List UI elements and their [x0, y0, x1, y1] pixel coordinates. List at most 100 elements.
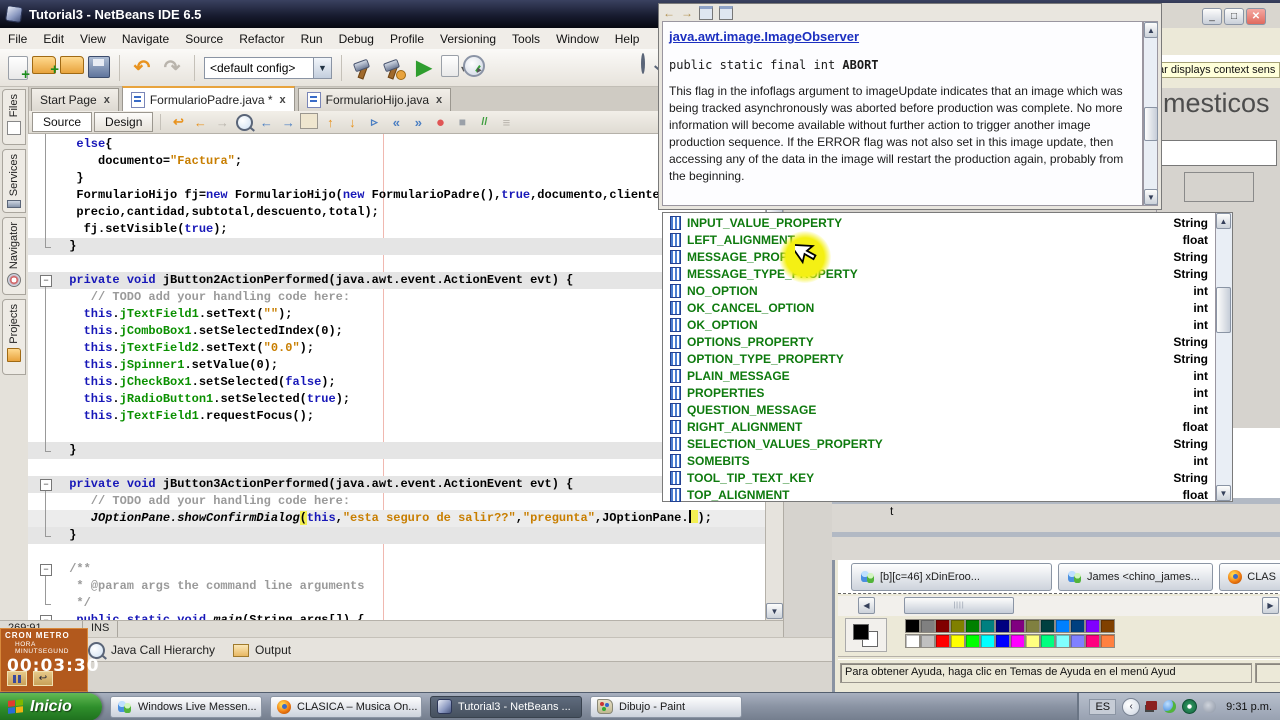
doc-forward-icon[interactable]: →: [681, 6, 693, 20]
redo-icon[interactable]: [159, 55, 185, 81]
maximize-icon[interactable]: □: [1224, 8, 1244, 25]
code-line[interactable]: this.jComboBox1.setSelectedIndex(0);: [28, 323, 765, 340]
completion-item-tool_tip_text_key[interactable]: TOOL_TIP_TEXT_KEY String: [664, 469, 1214, 486]
taskbar-button-windows-live-messen-[interactable]: Windows Live Messen...: [110, 695, 262, 718]
form-text-field[interactable]: [1158, 140, 1277, 166]
code-line[interactable]: private void jButton2ActionPerformed(jav…: [28, 272, 765, 289]
save-all-icon[interactable]: [88, 55, 110, 78]
new-project-icon[interactable]: [32, 55, 59, 78]
completion-item-ok_option[interactable]: OK_OPTION int: [664, 316, 1214, 333]
completion-item-ok_cancel_option[interactable]: OK_CANCEL_OPTION int: [664, 299, 1214, 316]
sidebar-tab-files[interactable]: Files: [2, 89, 26, 145]
language-indicator[interactable]: ES: [1089, 698, 1117, 715]
debug-icon[interactable]: [441, 54, 466, 80]
clean-build-icon[interactable]: [381, 55, 407, 81]
javadoc-class-link[interactable]: java.awt.image.ImageObserver: [669, 29, 859, 44]
completion-item-option_type_property[interactable]: OPTION_TYPE_PROPERTY String: [664, 350, 1214, 367]
next-bookmark-icon[interactable]: ▹: [364, 113, 384, 131]
code-line[interactable]: [28, 255, 765, 272]
color-swatch[interactable]: [980, 634, 995, 648]
code-line[interactable]: JOptionPane.showConfirmDialog(this,"esta…: [28, 510, 765, 527]
move-down-icon[interactable]: ↓: [342, 113, 362, 131]
completion-item-selection_values_property[interactable]: SELECTION_VALUES_PROPERTY String: [664, 435, 1214, 452]
taskbar-button-tutorial3-netbeans-[interactable]: Tutorial3 - NetBeans ...: [430, 695, 582, 718]
indent-icon[interactable]: ≡: [496, 113, 516, 131]
color-swatch[interactable]: [1085, 619, 1100, 633]
chevron-down-icon[interactable]: ▼: [313, 57, 331, 78]
minimize-icon[interactable]: _: [1202, 8, 1222, 25]
color-swatch[interactable]: [935, 619, 950, 633]
color-swatch[interactable]: [1100, 619, 1115, 633]
toggle-highlight-icon[interactable]: [300, 113, 319, 129]
code-line[interactable]: }: [28, 238, 765, 255]
last-edit-icon[interactable]: ↩: [168, 113, 188, 131]
code-line[interactable]: documento="Factura";: [28, 153, 765, 170]
quick-search-icon[interactable]: [641, 53, 645, 74]
run-icon[interactable]: [411, 55, 437, 81]
reset-button[interactable]: ↩: [33, 671, 53, 686]
code-line[interactable]: this.jRadioButton1.setSelected(true);: [28, 391, 765, 408]
color-swatch[interactable]: [995, 619, 1010, 633]
code-line[interactable]: FormularioHijo fj=new FormularioHijo(new…: [28, 187, 765, 204]
code-line[interactable]: // TODO add your handling code here:: [28, 493, 765, 510]
find-next-icon[interactable]: →: [278, 113, 298, 131]
color-swatch[interactable]: [1025, 619, 1040, 633]
tray-media-icon[interactable]: [1182, 699, 1198, 714]
doc-back-icon[interactable]: ←: [663, 6, 675, 20]
sidebar-tab-services[interactable]: Services: [2, 149, 26, 213]
build-icon[interactable]: [351, 55, 377, 81]
color-swatch[interactable]: [950, 634, 965, 648]
scroll-left-icon[interactable]: ◀: [858, 597, 875, 614]
color-swatch[interactable]: [920, 619, 935, 633]
completion-item-message_type_property[interactable]: MESSAGE_TYPE_PROPERTY String: [664, 265, 1214, 282]
record-macro-icon[interactable]: ●: [430, 113, 450, 131]
menu-profile[interactable]: Profile: [382, 30, 432, 48]
color-swatch[interactable]: [1010, 634, 1025, 648]
code-line[interactable]: }: [28, 170, 765, 187]
open-external-icon[interactable]: [719, 5, 733, 20]
completion-item-properties[interactable]: PROPERTIES int: [664, 384, 1214, 401]
tab-close-icon[interactable]: x: [434, 94, 442, 106]
code-line[interactable]: public static void main(String args[]) {: [28, 612, 765, 620]
menu-debug[interactable]: Debug: [331, 30, 382, 48]
code-line[interactable]: */: [28, 595, 765, 612]
color-swatch[interactable]: [995, 634, 1010, 648]
color-swatch[interactable]: [1085, 634, 1100, 648]
source-view-button[interactable]: Source: [32, 112, 93, 132]
close-icon[interactable]: ✕: [1246, 8, 1266, 25]
color-swatch[interactable]: [965, 634, 980, 648]
color-swatch[interactable]: [1070, 619, 1085, 633]
pause-button[interactable]: [7, 671, 27, 686]
find-selection-icon[interactable]: [234, 113, 254, 131]
color-swatch[interactable]: [1055, 634, 1070, 648]
scroll-up-icon[interactable]: ▲: [1216, 213, 1231, 229]
sidebar-tab-projects[interactable]: Projects: [2, 299, 26, 375]
shift-right-icon[interactable]: »: [408, 113, 428, 131]
scrollbar-thumb[interactable]: [1216, 287, 1231, 333]
menu-window[interactable]: Window: [548, 30, 607, 48]
code-line[interactable]: [28, 544, 765, 561]
code-line[interactable]: }: [28, 527, 765, 544]
color-swatch[interactable]: [980, 619, 995, 633]
menu-navigate[interactable]: Navigate: [114, 30, 177, 48]
tab-close-icon[interactable]: x: [102, 94, 110, 106]
code-line[interactable]: else{: [28, 136, 765, 153]
completion-scrollbar[interactable]: ▲ ▼: [1215, 213, 1232, 501]
sidebar-tab-navigator[interactable]: Navigator: [2, 217, 26, 295]
open-project-icon[interactable]: [60, 55, 84, 74]
open-in-browser-icon[interactable]: [699, 5, 713, 20]
start-button[interactable]: Inicio: [0, 692, 102, 720]
tab-formulariopadre-java-[interactable]: FormularioPadre.java * x: [121, 86, 295, 111]
scroll-down-icon[interactable]: ▼: [766, 603, 783, 619]
completion-item-message_property[interactable]: MESSAGE_PROPERTY String: [664, 248, 1214, 265]
code-line[interactable]: this.jSpinner1.setValue(0);: [28, 357, 765, 374]
color-swatch[interactable]: [965, 619, 980, 633]
color-swatch[interactable]: [920, 634, 935, 648]
tab-formulariohijo-java[interactable]: FormularioHijo.java x: [297, 88, 452, 111]
menu-source[interactable]: Source: [177, 30, 231, 48]
paint-horizontal-scrollbar[interactable]: ◀ |||| ▶: [838, 596, 1280, 616]
tray-flag-icon[interactable]: [1146, 700, 1158, 710]
completion-item-somebits[interactable]: SOMEBITS int: [664, 452, 1214, 469]
tray-chevron-icon[interactable]: ‹: [1122, 697, 1141, 716]
move-up-icon[interactable]: ↑: [320, 113, 340, 131]
